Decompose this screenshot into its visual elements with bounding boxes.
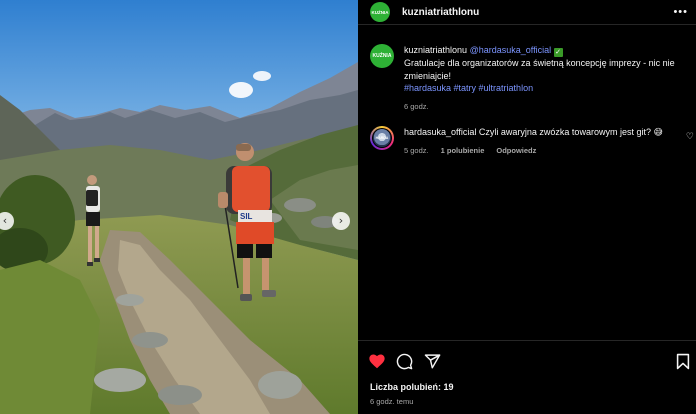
commenter-avatar[interactable]: HARDA — [370, 126, 394, 150]
post-action-bar — [358, 340, 696, 380]
heart-icon[interactable] — [368, 353, 386, 369]
caption-author-avatar[interactable]: KUŹNIA — [370, 44, 394, 68]
commenter-username[interactable]: hardasuka_official — [404, 127, 476, 137]
comment-like-heart-icon[interactable]: ♡ — [686, 132, 694, 142]
reply-button[interactable]: Odpowiedz — [496, 145, 536, 158]
caption-hashtags[interactable]: #hardasuka #tatry #ultratriathlon — [404, 82, 684, 95]
post-header: KUŹNIA kuzniatriathlonu ••• — [358, 0, 696, 25]
author-username[interactable]: kuzniatriathlonu — [402, 7, 479, 18]
bookmark-icon[interactable] — [676, 353, 690, 370]
comment-text: Czyli awaryjna zwózka towarowym jest git… — [478, 127, 663, 137]
more-options-icon[interactable]: ••• — [673, 6, 688, 18]
caption-mention-link[interactable]: @hardasuka_official — [470, 45, 552, 55]
comment-time[interactable]: 5 godz. — [404, 145, 429, 158]
post-time-ago[interactable]: 6 godz. temu — [370, 397, 413, 406]
caption-author-username[interactable]: kuzniatriathlonu — [404, 45, 467, 55]
jersey-text: SIL — [240, 212, 253, 221]
caption-time[interactable]: 6 godz. — [404, 101, 429, 114]
next-photo-button[interactable]: › — [332, 212, 350, 230]
caption-text: Gratulacje dla organizatorów za świetną … — [404, 58, 675, 81]
share-icon[interactable] — [424, 353, 441, 370]
comment-likes-count[interactable]: 1 polubienie — [441, 145, 485, 158]
author-avatar[interactable]: KUŹNIA — [370, 2, 390, 22]
instagram-post-view: SIL ‹ › KUŹNIA kuzniatriathlonu ••• KUŹN… — [0, 0, 696, 414]
verified-icon: ✓ — [553, 48, 563, 57]
comment-icon[interactable] — [396, 353, 413, 370]
mountain-trail-photo: SIL — [0, 0, 358, 414]
post-sidebar: KUŹNIA kuzniatriathlonu ••• KUŹNIA kuzni… — [358, 0, 696, 414]
likes-count[interactable]: Liczba polubień: 19 — [370, 382, 454, 392]
post-photo[interactable]: SIL ‹ › — [0, 0, 358, 414]
